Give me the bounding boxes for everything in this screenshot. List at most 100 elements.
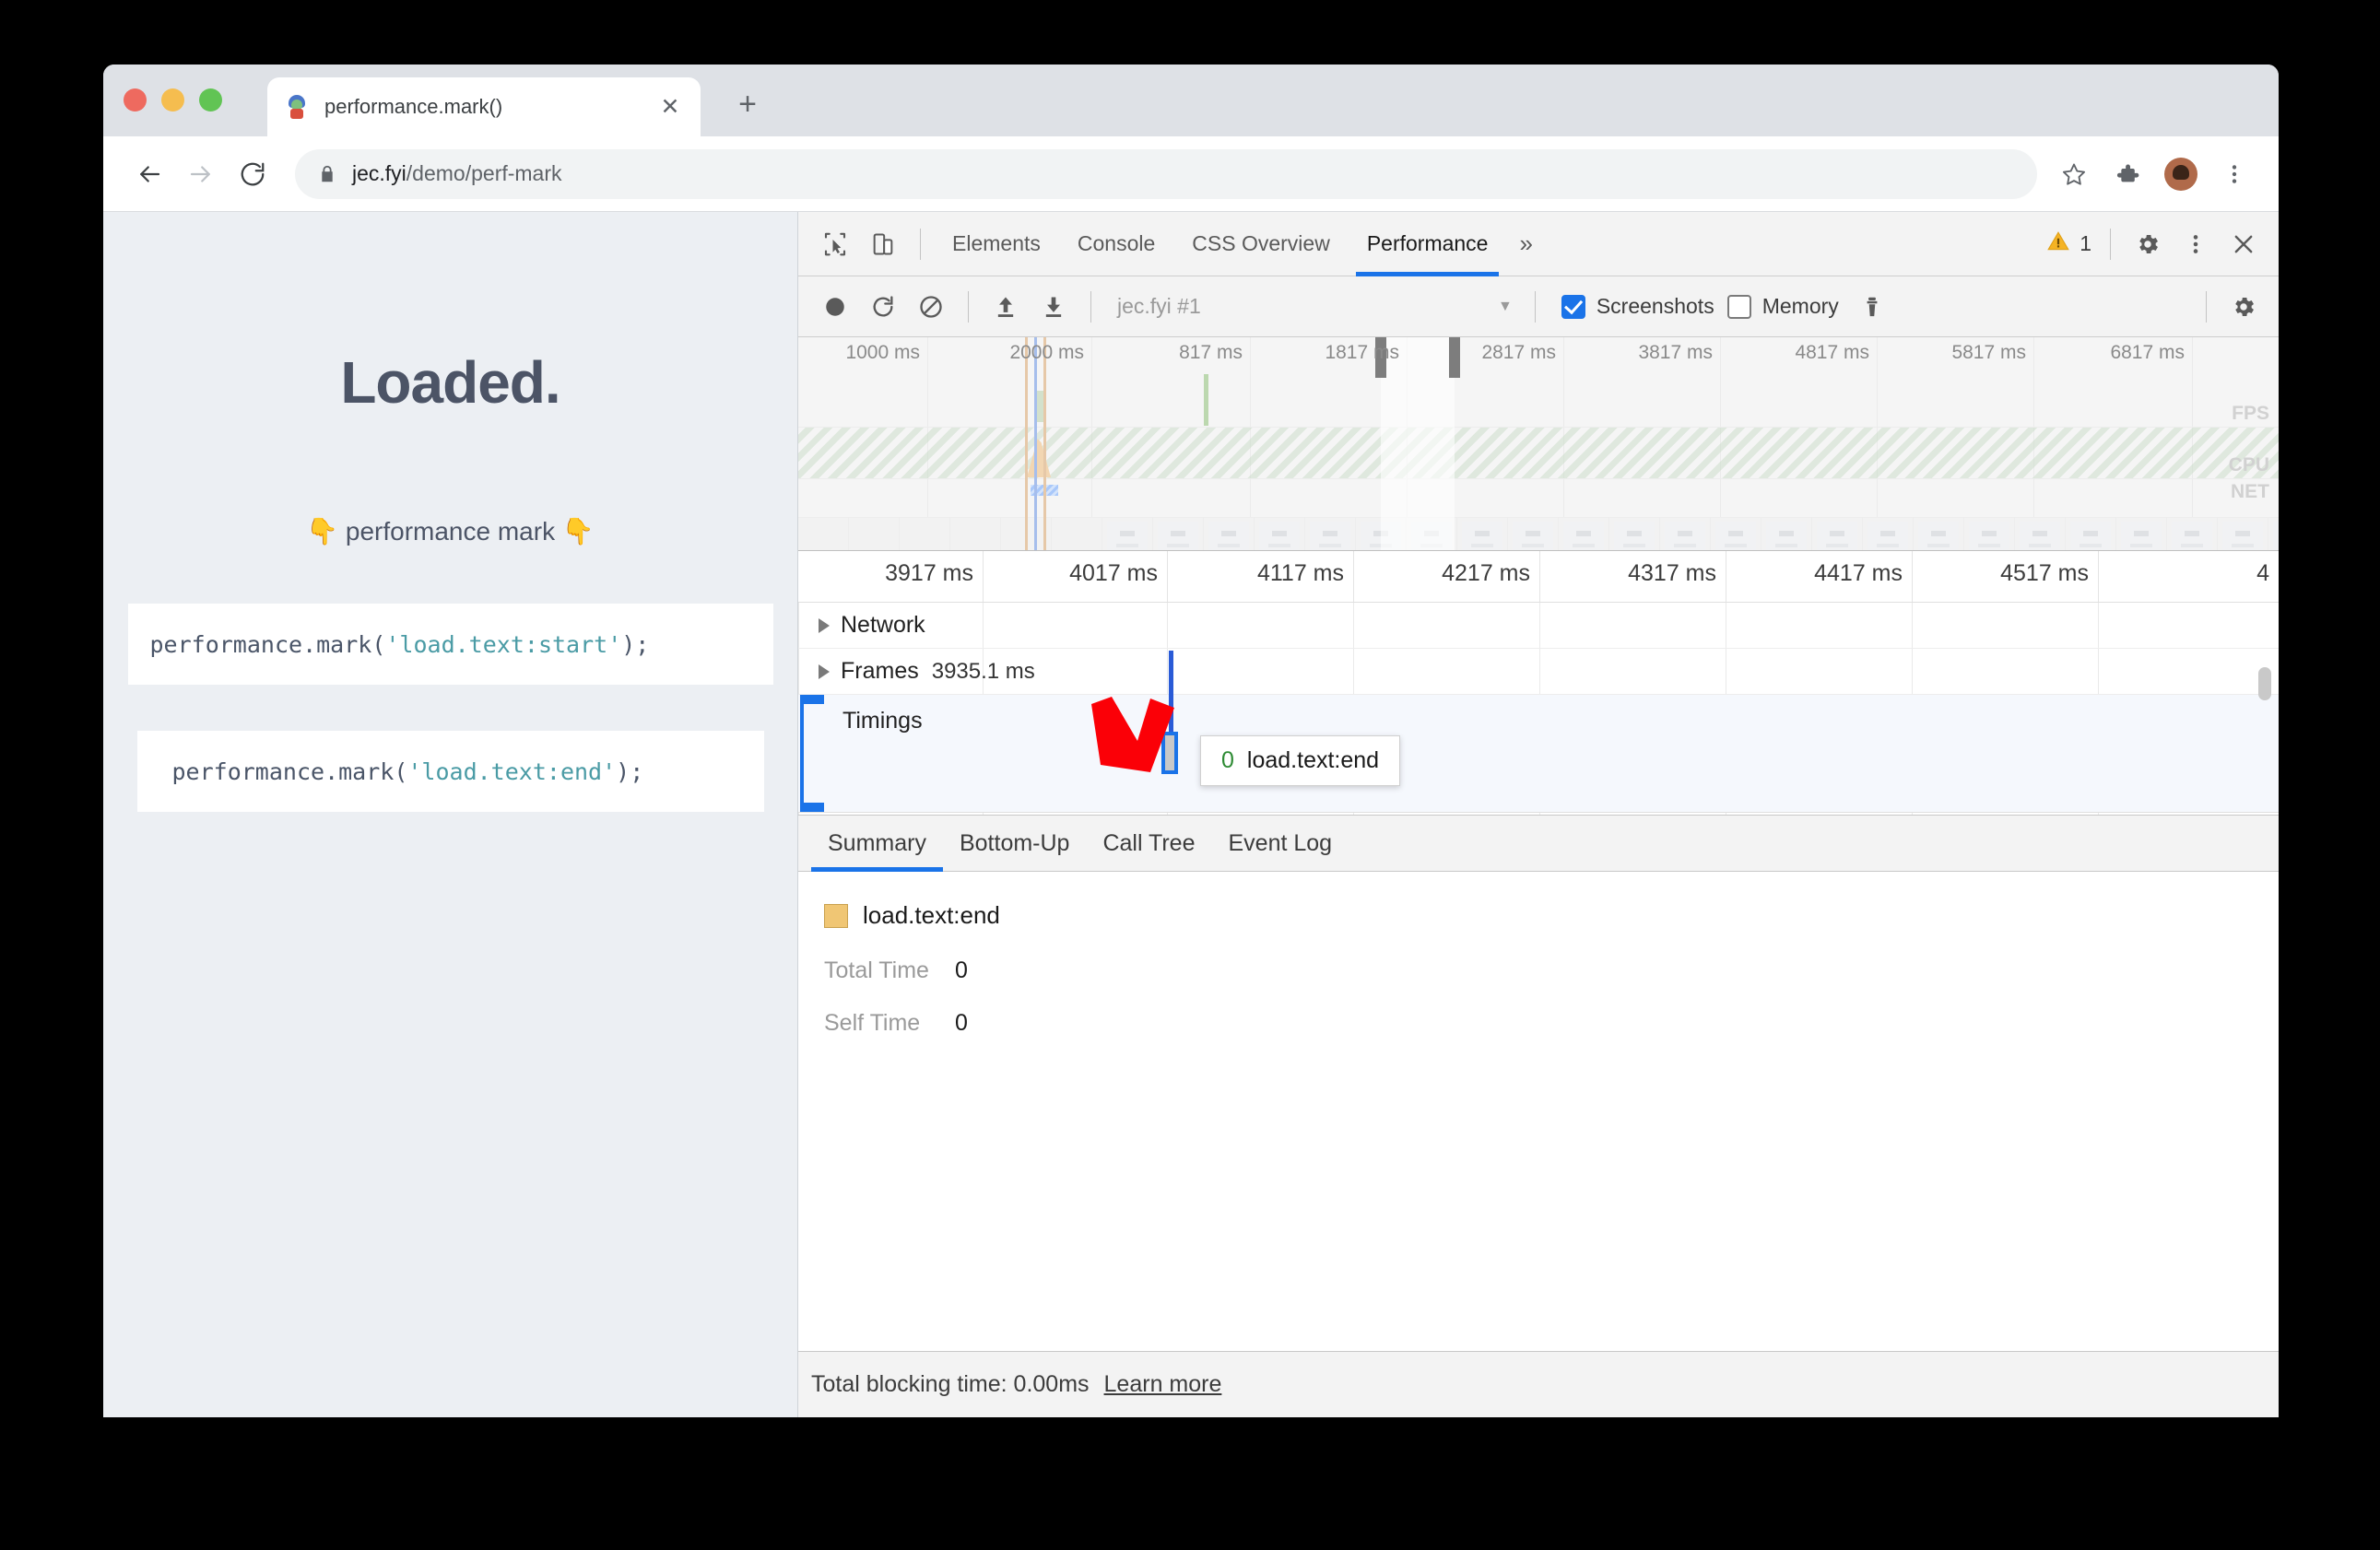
devtools-panel: Elements Console CSS Overview Performanc… [798, 212, 2279, 1417]
code-end: ); [616, 757, 644, 785]
tab-event-log[interactable]: Event Log [1212, 815, 1349, 872]
overview-ruler-tick-label: 817 ms [1179, 342, 1243, 363]
clear-prohibited-icon[interactable] [907, 283, 955, 331]
page-title: Loaded. [340, 349, 560, 416]
code-end: ); [621, 630, 650, 658]
overview-ruler-tick-label: 2817 ms [1481, 342, 1556, 363]
minimize-window-button[interactable] [161, 88, 184, 112]
tooltip-name: load.text:end [1246, 747, 1380, 773]
star-icon[interactable] [2050, 150, 2098, 198]
code-call: performance.mark( [171, 757, 408, 785]
filmstrip-thumbnail [1411, 522, 1452, 550]
overview-ruler-tick-label: 3817 ms [1638, 342, 1713, 363]
expand-triangle-icon[interactable] [819, 663, 830, 679]
inspect-cursor-icon[interactable] [811, 220, 859, 268]
total-blocking-time: Total blocking time: 0.00ms [811, 1371, 1090, 1397]
total-time-label: Total Time [824, 957, 929, 983]
warning-badge[interactable]: 1 [2046, 229, 2091, 259]
capture-settings-gear-icon[interactable] [2220, 283, 2268, 331]
tooltip-value: 0 [1221, 747, 1234, 773]
close-x-icon[interactable] [2220, 220, 2268, 268]
more-tabs-icon[interactable]: » [1506, 212, 1545, 276]
self-time-value: 0 [955, 1010, 968, 1036]
tab-performance[interactable]: Performance [1349, 212, 1507, 276]
learn-more-link[interactable]: Learn more [1104, 1371, 1222, 1398]
tab-console[interactable]: Console [1059, 212, 1173, 276]
track-network-label: Network [841, 612, 925, 638]
checkbox-box [1561, 294, 1585, 319]
content-area: Loaded. 👇 performance mark 👇 performance… [103, 212, 2279, 1417]
forward-arrow-icon[interactable] [175, 148, 227, 200]
summary-event-name: load.text:end [863, 901, 1000, 929]
profile-avatar[interactable] [2157, 150, 2205, 198]
tab-css-overview[interactable]: CSS Overview [1173, 212, 1349, 276]
mark-tooltip: 0 load.text:end [1200, 735, 1401, 786]
overview-ruler-tick-label: 4817 ms [1795, 342, 1869, 363]
devtools-tab-bar-actions: 1 [2046, 220, 2279, 268]
expand-triangle-icon[interactable] [819, 617, 830, 633]
browser-tab[interactable]: performance.mark() ✕ [267, 77, 701, 136]
record-circle-icon[interactable] [811, 283, 859, 331]
divider [2206, 290, 2207, 323]
detail-ruler-tick [1167, 551, 1168, 602]
reload-icon[interactable] [227, 148, 278, 200]
memory-label: Memory [1761, 294, 1839, 318]
detail-ruler-tick [1353, 551, 1354, 602]
code-call: performance.mark( [149, 630, 386, 658]
checkbox-box [1726, 294, 1751, 319]
close-window-button[interactable] [124, 88, 147, 112]
filmstrip-frame[interactable] [1407, 518, 1457, 550]
load-profile-upload-icon[interactable] [982, 283, 1030, 331]
detail-ruler-tick-label: 4517 ms [2000, 560, 2089, 586]
divider [968, 290, 969, 323]
back-arrow-icon[interactable] [124, 148, 175, 200]
summary-total-time: Total Time 0 [824, 957, 2253, 984]
event-color-swatch [824, 903, 848, 928]
tab-call-tree[interactable]: Call Tree [1086, 815, 1211, 872]
reload-and-record-icon[interactable] [859, 283, 907, 331]
detail-timeline-ruler: 3917 ms 4017 ms 4117 ms 4217 ms 4317 ms 4417 … [798, 551, 2279, 603]
window-traffic-lights [124, 88, 222, 112]
track-network[interactable]: Network [798, 603, 2279, 649]
track-frames[interactable]: Frames 3935.1 ms [798, 649, 2279, 695]
summary-panel: load.text:end Total Time 0 Self Time 0 [798, 872, 2279, 1351]
three-dot-menu-icon[interactable] [2172, 220, 2220, 268]
red-pointer-arrow [1091, 697, 1174, 772]
track-timings[interactable]: Timings [798, 695, 2279, 813]
save-profile-download-icon[interactable] [1030, 283, 1078, 331]
lock-icon [317, 164, 337, 184]
collect-garbage-trash-icon[interactable] [1848, 283, 1896, 331]
close-icon[interactable]: ✕ [656, 93, 684, 121]
track-frames-label: Frames [841, 658, 919, 684]
tab-summary[interactable]: Summary [811, 815, 943, 872]
detail-ruler-tick-label: 4017 ms [1069, 560, 1158, 586]
screenshots-checkbox[interactable]: Screenshots [1561, 294, 1714, 319]
maximize-window-button[interactable] [199, 88, 222, 112]
omnibox-actions [2050, 150, 2258, 198]
puzzle-piece-icon[interactable] [2103, 150, 2151, 198]
url-bar[interactable]: jec.fyi/demo/perf-mark [295, 148, 2037, 199]
device-toolbar-icon[interactable] [859, 220, 907, 268]
detail-ruler-tick-label: 4117 ms [1256, 560, 1344, 586]
tab-title: performance.mark() [324, 95, 503, 118]
detail-ruler-tick-label: 4 [2256, 560, 2269, 586]
detail-ruler-tick-label: 4317 ms [1628, 560, 1716, 586]
detail-ruler-tick [2098, 551, 2099, 602]
overview-ruler-tick-label: 5817 ms [1951, 342, 2026, 363]
url-text: jec.fyi/demo/perf-mark [352, 161, 562, 185]
new-tab-button[interactable]: + [728, 85, 767, 123]
timeline-overview[interactable]: FPS CPU NET 100 [798, 337, 2279, 551]
gear-icon[interactable] [2124, 220, 2172, 268]
recording-session-name[interactable]: jec.fyi #1 [1117, 294, 1201, 319]
overview-ruler-tick-label: 1817 ms [1325, 342, 1399, 363]
memory-checkbox[interactable]: Memory [1726, 294, 1839, 319]
three-dot-menu-icon[interactable] [2210, 150, 2258, 198]
overview-ruler-tick-label: 2000 ms [1009, 342, 1084, 363]
chevron-down-icon[interactable]: ▼ [1498, 299, 1522, 315]
detail-ruler-tick [1912, 551, 1913, 602]
tracks-scrollbar[interactable] [2258, 667, 2271, 700]
tab-elements[interactable]: Elements [934, 212, 1059, 276]
timeline-tracks[interactable]: Network Frames 3935.1 ms Timings 0 load.… [798, 603, 2279, 815]
tab-bottom-up[interactable]: Bottom-Up [943, 815, 1086, 872]
overview-ruler-tick-label: 1000 ms [845, 342, 920, 363]
